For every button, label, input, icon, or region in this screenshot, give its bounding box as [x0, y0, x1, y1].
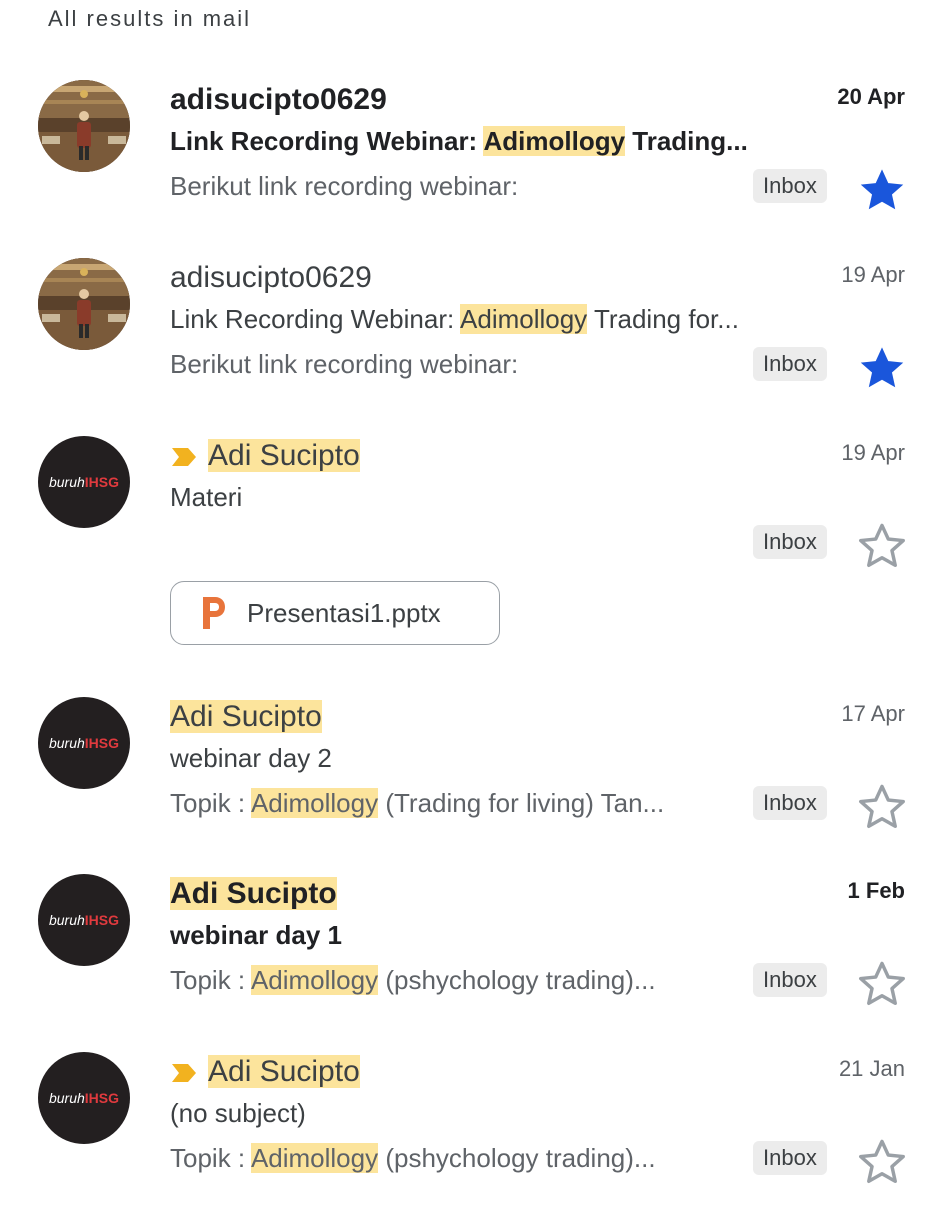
- subject-text: Trading...: [625, 126, 748, 156]
- sender-highlight: Adi Sucipto: [170, 700, 322, 733]
- snippet-text: Topik :: [170, 965, 251, 995]
- importance-marker-icon[interactable]: [170, 446, 198, 468]
- search-highlight: Adimollogy: [250, 1143, 379, 1173]
- email-row[interactable]: buruh IHSG Adi Sucipto 19 Apr Materi Inbo…: [0, 436, 943, 651]
- email-row[interactable]: adisucipto0629 20 Apr Link Recording Web…: [0, 80, 943, 240]
- email-date: 17 Apr: [841, 701, 905, 726]
- sender-name: Adi Sucipto: [170, 697, 322, 737]
- avatar-brand-text: IHSG: [84, 474, 120, 490]
- sender-avatar: buruh IHSG: [38, 1052, 130, 1144]
- search-highlight: Adimollogy: [483, 126, 626, 156]
- label-chip: Inbox: [753, 169, 827, 203]
- sender-highlight: Adi Sucipto: [208, 1055, 360, 1088]
- email-row[interactable]: buruh IHSG Adi Sucipto 1 Feb webinar day …: [0, 874, 943, 1034]
- snippet-text: Topik :: [170, 788, 251, 818]
- label-chip: Inbox: [753, 1141, 827, 1175]
- attachment-chip[interactable]: Presentasi1.pptx: [170, 581, 500, 645]
- star-outline-icon[interactable]: [856, 520, 908, 572]
- label-chip: Inbox: [753, 525, 827, 559]
- sender-name: Adi Sucipto: [170, 436, 360, 476]
- avatar-brand-text: IHSG: [84, 1090, 120, 1106]
- label-chip: Inbox: [753, 347, 827, 381]
- email-snippet: Topik : Adimollogy (Trading for living) …: [170, 786, 745, 820]
- subject-text: Trading for...: [587, 304, 739, 334]
- avatar-brand-text: buruh: [48, 735, 85, 751]
- email-date: 19 Apr: [841, 262, 905, 287]
- star-filled-icon[interactable]: [856, 164, 908, 216]
- sender-avatar: buruh IHSG: [38, 874, 130, 966]
- star-outline-icon[interactable]: [856, 958, 908, 1010]
- snippet-text: (Trading for living) Tan...: [378, 788, 665, 818]
- label-chip: Inbox: [753, 963, 827, 997]
- star-outline-icon[interactable]: [856, 781, 908, 833]
- subject-text: Link Recording Webinar:: [170, 126, 484, 156]
- sender-highlight: Adi Sucipto: [208, 439, 360, 472]
- section-header: All results in mail: [48, 6, 252, 31]
- sender-avatar: [38, 258, 130, 350]
- avatar-brand-text: IHSG: [84, 735, 120, 751]
- email-row[interactable]: buruh IHSG Adi Sucipto 17 Apr webinar day…: [0, 697, 943, 857]
- email-snippet: Topik : Adimollogy (pshychology trading)…: [170, 963, 745, 997]
- snippet-text: (pshychology trading)...: [378, 1143, 656, 1173]
- sender-name: Adi Sucipto: [170, 1052, 360, 1092]
- sender-highlight: Adi Sucipto: [170, 877, 337, 910]
- email-snippet: Berikut link recording webinar:: [170, 171, 519, 201]
- email-row[interactable]: adisucipto0629 19 Apr Link Recording Web…: [0, 258, 943, 418]
- avatar-brand-text: buruh: [48, 912, 85, 928]
- snippet-text: Topik :: [170, 1143, 251, 1173]
- email-row[interactable]: buruh IHSG Adi Sucipto 21 Jan (no subject…: [0, 1052, 943, 1212]
- subject-text: Link Recording Webinar:: [170, 304, 461, 334]
- star-filled-icon[interactable]: [856, 342, 908, 394]
- avatar-brand-text: buruh: [48, 1090, 85, 1106]
- search-highlight: Adimollogy: [460, 304, 588, 334]
- email-snippet: Topik : Adimollogy (pshychology trading)…: [170, 1141, 745, 1175]
- importance-marker-icon[interactable]: [170, 1062, 198, 1084]
- email-subject: Link Recording Webinar: Adimollogy Tradi…: [170, 302, 830, 336]
- attachment-name: Presentasi1.pptx: [247, 597, 441, 628]
- powerpoint-icon: [203, 597, 225, 629]
- email-date: 21 Jan: [838, 1056, 905, 1081]
- sender-name: adisucipto0629: [170, 83, 387, 116]
- search-highlight: Adimollogy: [250, 788, 379, 818]
- sender-avatar: buruh IHSG: [38, 436, 130, 528]
- avatar-brand-text: IHSG: [84, 912, 120, 928]
- search-highlight: Adimollogy: [250, 965, 379, 995]
- email-date: 19 Apr: [841, 440, 905, 465]
- sender-name: adisucipto0629: [170, 261, 372, 294]
- email-subject: webinar day 1: [170, 920, 342, 950]
- email-subject: webinar day 2: [170, 743, 332, 773]
- email-date: 20 Apr: [837, 84, 905, 109]
- sender-avatar: [38, 80, 130, 172]
- sender-avatar: buruh IHSG: [38, 697, 130, 789]
- email-subject: (no subject): [170, 1098, 306, 1128]
- label-chip: Inbox: [753, 786, 827, 820]
- email-snippet: Berikut link recording webinar:: [170, 349, 519, 379]
- snippet-text: (pshychology trading)...: [378, 965, 656, 995]
- email-subject: Materi: [170, 482, 243, 512]
- email-subject: Link Recording Webinar: Adimollogy Tradi…: [170, 124, 830, 158]
- star-outline-icon[interactable]: [856, 1136, 908, 1188]
- email-date: 1 Feb: [847, 878, 905, 903]
- sender-name: Adi Sucipto: [170, 874, 337, 914]
- avatar-brand-text: buruh: [48, 474, 85, 490]
